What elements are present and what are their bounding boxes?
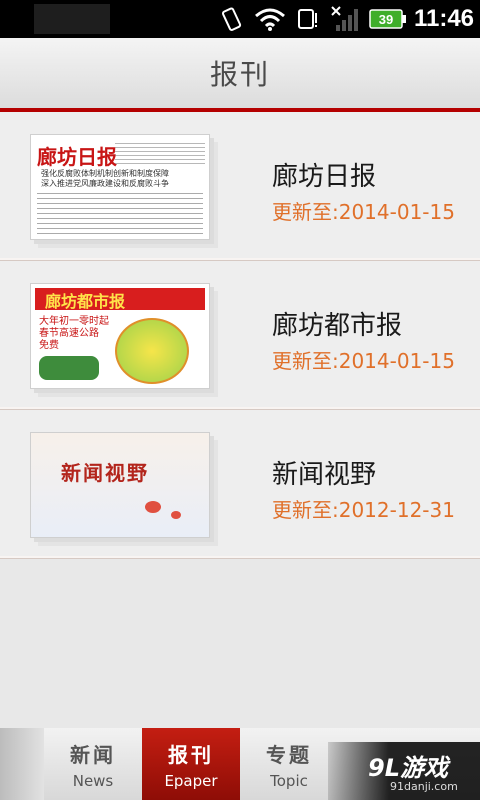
screen-rotation-icon xyxy=(217,0,247,38)
list-item-paper[interactable]: 新闻视野 新闻视野 更新至:2012-12-31 xyxy=(0,410,480,559)
watermark-logo: 9L游戏 xyxy=(368,754,448,782)
thumb-car-illustration xyxy=(39,356,99,380)
page-title: 报刊 xyxy=(209,58,270,91)
paper-name: 新闻视野 xyxy=(272,460,377,490)
tab-news[interactable]: 新闻 News xyxy=(44,728,142,800)
paper-updated-date: 更新至:2014-01-15 xyxy=(272,200,455,224)
paper-list: 廊坊日报 强化反腐败体制机制创新和制度保障 深入推进党风廉政建设和反腐败斗争 廊… xyxy=(0,112,480,559)
title-bar: 报刊 xyxy=(0,38,480,116)
paper-updated-date: 更新至:2012-12-31 xyxy=(272,498,455,522)
paper-cover-thumbnail: 廊坊日报 强化反腐败体制机制创新和制度保障 深入推进党风廉政建设和反腐败斗争 xyxy=(30,134,210,240)
thumb-headline-line: 免费 xyxy=(39,340,59,351)
thumb-headline-line: 大年初一零时起 xyxy=(39,316,109,327)
clock: 11:46 xyxy=(413,5,475,32)
thumb-masthead: 新闻视野 xyxy=(61,461,149,485)
thumb-lantern xyxy=(145,501,161,513)
status-bar: 39 11:46 xyxy=(0,0,480,38)
paper-name: 廊坊日报 xyxy=(272,162,377,192)
thumb-columns xyxy=(115,143,205,167)
watermark: 9L游戏 91danji.com xyxy=(328,742,480,800)
tab-label-zh: 专题 xyxy=(266,742,312,767)
tab-label-en: Topic xyxy=(270,771,308,790)
thumb-masthead: 廊坊都市报 xyxy=(45,292,126,311)
thumb-lantern xyxy=(171,511,181,519)
paper-cover-thumbnail: 廊坊都市报 大年初一零时起 春节高速公路 免费 xyxy=(30,283,210,389)
notification-thumbnail xyxy=(34,4,110,34)
thumb-headline: 强化反腐败体制机制创新和制度保障 深入推进党风廉政建设和反腐败斗争 xyxy=(41,169,169,189)
tab-label-en: Epaper xyxy=(164,771,218,790)
battery-level: 39 xyxy=(379,12,393,27)
list-item-paper[interactable]: 廊坊日报 强化反腐败体制机制创新和制度保障 深入推进党风廉政建设和反腐败斗争 廊… xyxy=(0,112,480,261)
thumb-headline: 大年初一零时起 春节高速公路 免费 xyxy=(39,316,109,352)
list-item-paper[interactable]: 廊坊都市报 大年初一零时起 春节高速公路 免费 廊坊都市报 更新至:2014-0… xyxy=(0,261,480,410)
paper-cover-thumbnail: 新闻视野 xyxy=(30,432,210,538)
thumb-headline-line: 春节高速公路 xyxy=(39,328,99,339)
thumb-body-text xyxy=(37,193,203,237)
paper-name: 廊坊都市报 xyxy=(272,311,403,341)
paper-updated-date: 更新至:2014-01-15 xyxy=(272,349,455,373)
watermark-url: 91danji.com xyxy=(390,780,458,793)
thumb-masthead: 廊坊日报 xyxy=(37,145,117,169)
tab-epaper[interactable]: 报刊 Epaper xyxy=(142,728,240,800)
data-card-icon xyxy=(294,0,322,38)
signal-strength-icon xyxy=(328,0,362,38)
tab-label-zh: 报刊 xyxy=(168,742,214,767)
thumb-illustration xyxy=(115,318,189,384)
wifi-icon xyxy=(252,0,288,38)
thumb-headline-line: 强化反腐败体制机制创新和制度保障 xyxy=(41,169,169,178)
tab-label-en: News xyxy=(72,771,114,790)
thumb-headline-line: 深入推进党风廉政建设和反腐败斗争 xyxy=(41,179,169,188)
tab-bar-edge xyxy=(0,728,44,800)
tab-label-zh: 新闻 xyxy=(70,742,116,767)
tab-topic[interactable]: 专题 Topic xyxy=(240,728,338,800)
battery-icon: 39 xyxy=(368,0,408,38)
